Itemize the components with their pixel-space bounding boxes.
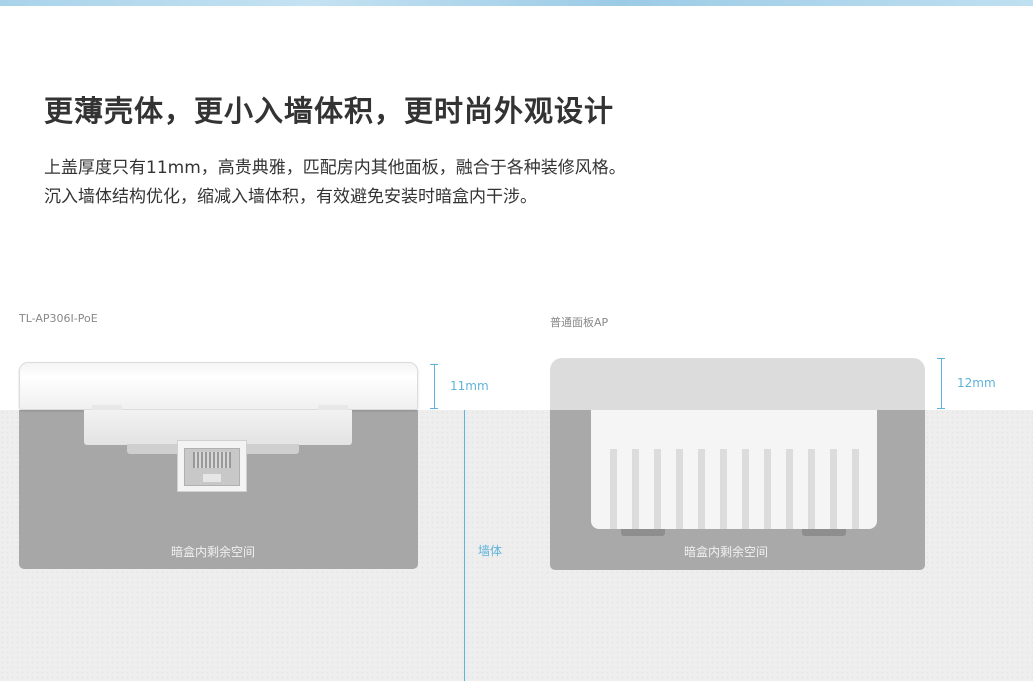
heat-fin — [676, 449, 683, 529]
right-thickness-dimension-line — [941, 358, 942, 409]
right-thickness-tick-bottom — [937, 408, 945, 409]
left-thickness-tick-top — [430, 364, 438, 365]
page-headline: 更薄壳体，更小入墙体积，更时尚外观设计 — [44, 94, 615, 128]
heat-fin — [654, 449, 661, 529]
heat-fin — [764, 449, 771, 529]
wall-label: 墙体 — [478, 544, 503, 558]
description-line-2: 沉入墙体结构优化，缩减入墙体积，有效避免安装时暗盒内干涉。 — [44, 187, 537, 207]
heat-fin — [742, 449, 749, 529]
left-thickness-tick-bottom — [430, 408, 438, 409]
left-ap-faceplate — [19, 362, 418, 410]
right-product-name: 普通面板AP — [550, 316, 609, 329]
left-remaining-space-caption: 暗盒内剩余空间 — [171, 545, 256, 559]
top-banner-strip — [0, 0, 1033, 6]
heat-fin — [786, 449, 793, 529]
heat-fin — [830, 449, 837, 529]
rj45-clip — [203, 474, 221, 482]
left-product-name: TL-AP306I-PoE — [19, 312, 98, 325]
right-remaining-space-caption: 暗盒内剩余空间 — [684, 545, 769, 559]
wall-dimension-line — [464, 410, 465, 681]
heat-fin — [852, 449, 859, 529]
right-ap-foot — [621, 529, 665, 536]
left-thickness-dimension-line — [434, 364, 435, 409]
right-ap-foot — [802, 529, 846, 536]
heat-fin — [610, 449, 617, 529]
right-thickness-label: 12mm — [957, 376, 996, 390]
description-line-1: 上盖厚度只有11mm，高贵典雅，匹配房内其他面板，融合于各种装修风格。 — [44, 158, 626, 178]
heat-fin — [698, 449, 705, 529]
heat-fin — [808, 449, 815, 529]
rj45-pins — [193, 452, 231, 468]
left-thickness-label: 11mm — [450, 379, 489, 393]
heat-fin — [720, 449, 727, 529]
heat-fin — [632, 449, 639, 529]
right-ap-faceplate — [550, 358, 925, 410]
right-thickness-tick-top — [937, 358, 945, 359]
